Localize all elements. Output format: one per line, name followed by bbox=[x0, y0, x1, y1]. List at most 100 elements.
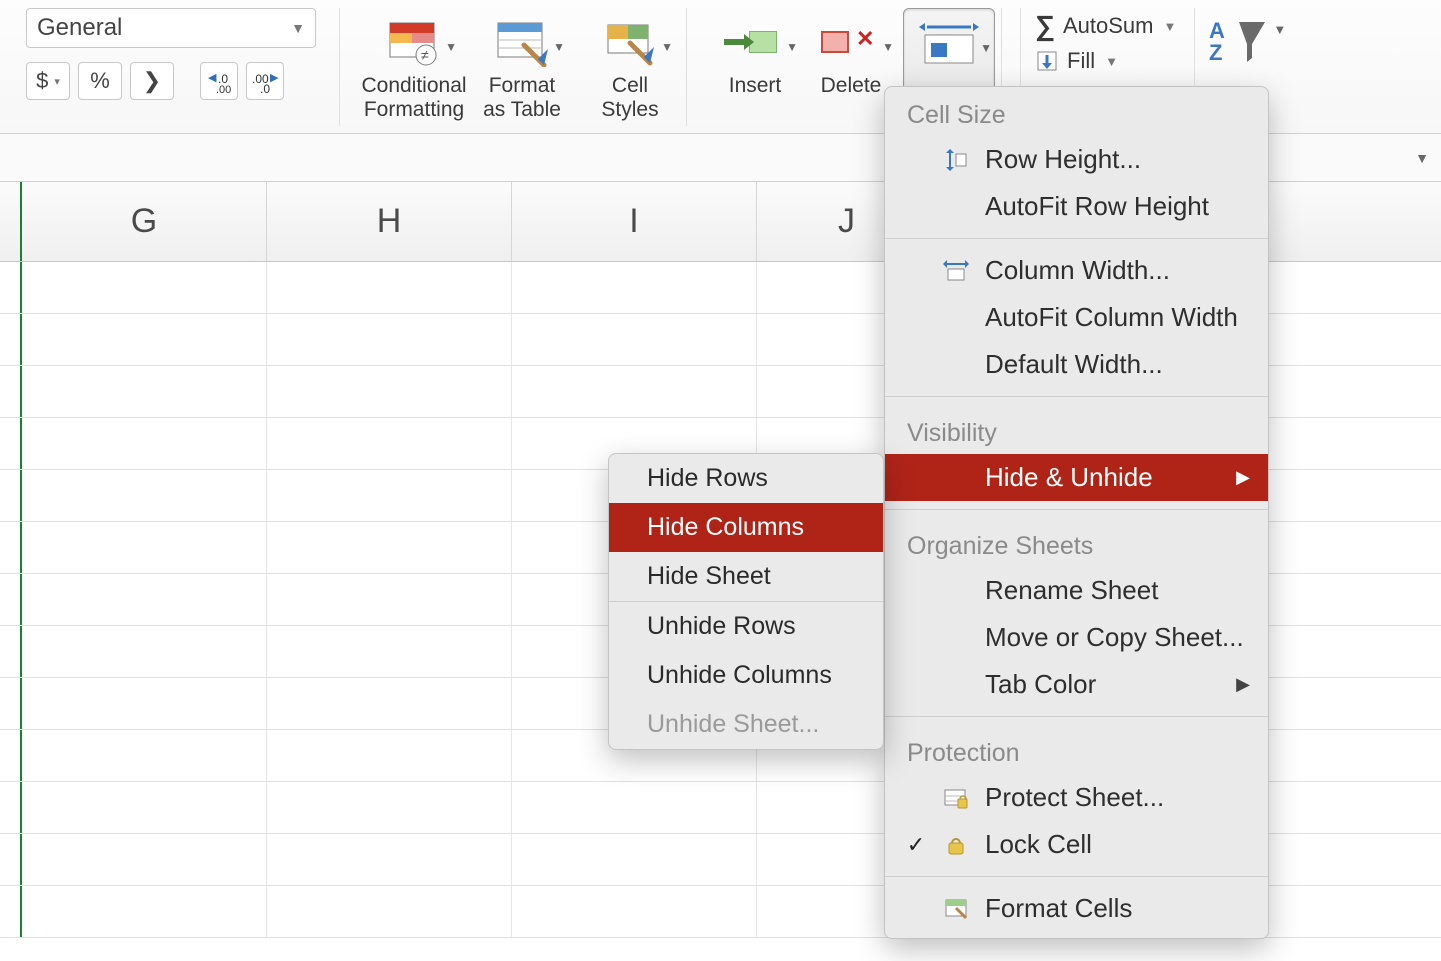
cell[interactable] bbox=[22, 366, 267, 417]
increase-decimal-button[interactable]: ◀ .0 .00 bbox=[200, 62, 238, 100]
chevron-down-icon: ▼ bbox=[291, 20, 305, 36]
cell[interactable] bbox=[512, 366, 757, 417]
menu-section-visibility: Visibility bbox=[885, 405, 1268, 454]
cell[interactable] bbox=[22, 314, 267, 365]
svg-text:▶: ▶ bbox=[270, 72, 279, 84]
cell[interactable] bbox=[22, 678, 267, 729]
menu-item-autofit-column[interactable]: AutoFit Column Width bbox=[885, 294, 1268, 341]
format-cells-icon bbox=[941, 896, 971, 922]
menu-item-label: Rename Sheet bbox=[985, 575, 1158, 606]
cell[interactable] bbox=[267, 782, 512, 833]
submenu-item-unhide-columns[interactable]: Unhide Columns bbox=[609, 651, 883, 700]
cell[interactable] bbox=[267, 314, 512, 365]
percent-format-button[interactable]: % bbox=[78, 62, 122, 100]
cell[interactable] bbox=[512, 782, 757, 833]
cell[interactable] bbox=[267, 418, 512, 469]
submenu-item-hide-sheet[interactable]: Hide Sheet bbox=[609, 552, 883, 601]
cell[interactable] bbox=[512, 886, 757, 937]
menu-item-tab-color[interactable]: Tab Color ▶ bbox=[885, 661, 1268, 708]
sigma-icon: ∑ bbox=[1035, 10, 1055, 42]
decrease-decimal-icon: .00 ▶ .0 bbox=[250, 69, 280, 93]
delete-cells-icon: ✕ bbox=[816, 22, 886, 62]
sort-filter-icon: A Z bbox=[1209, 16, 1269, 68]
menu-item-move-copy-sheet[interactable]: Move or Copy Sheet... bbox=[885, 614, 1268, 661]
format-as-table-button[interactable]: ▼ Format as Table bbox=[472, 8, 572, 126]
cell-styles-icon bbox=[602, 17, 658, 67]
insert-cells-button[interactable]: ▼ Insert bbox=[711, 8, 799, 126]
column-header[interactable]: I bbox=[512, 182, 757, 261]
menu-item-label: Row Height... bbox=[985, 144, 1141, 175]
submenu-item-unhide-rows[interactable]: Unhide Rows bbox=[609, 602, 883, 651]
cell[interactable] bbox=[267, 574, 512, 625]
menu-section-organize: Organize Sheets bbox=[885, 518, 1268, 567]
cell[interactable] bbox=[267, 366, 512, 417]
chevron-down-icon: ▼ bbox=[882, 40, 894, 54]
cell-styles-button[interactable]: ▼ Cell Styles bbox=[580, 8, 680, 126]
cell[interactable] bbox=[22, 730, 267, 781]
format-cells-icon bbox=[917, 19, 981, 67]
accounting-format-button[interactable]: $ bbox=[26, 62, 70, 100]
menu-item-lock-cell[interactable]: ✓ Lock Cell bbox=[885, 821, 1268, 868]
column-width-icon bbox=[941, 258, 971, 284]
increase-decimal-icon: ◀ .0 .00 bbox=[204, 69, 234, 93]
menu-item-autofit-row[interactable]: AutoFit Row Height bbox=[885, 183, 1268, 230]
svg-text:.0: .0 bbox=[260, 82, 270, 93]
cell[interactable] bbox=[267, 262, 512, 313]
number-format-group: General ▼ $ % ❯ ◀ .0 .00 bbox=[20, 8, 340, 126]
column-header[interactable]: H bbox=[267, 182, 512, 261]
cell[interactable] bbox=[22, 470, 267, 521]
menu-item-format-cells[interactable]: Format Cells bbox=[885, 885, 1268, 932]
fill-label: Fill bbox=[1067, 48, 1095, 74]
cell[interactable] bbox=[512, 262, 757, 313]
menu-item-row-height[interactable]: Row Height... bbox=[885, 136, 1268, 183]
number-format-dropdown[interactable]: General ▼ bbox=[26, 8, 316, 48]
cell[interactable] bbox=[22, 626, 267, 677]
fill-button[interactable]: Fill ▼ bbox=[1035, 48, 1176, 74]
menu-item-rename-sheet[interactable]: Rename Sheet bbox=[885, 567, 1268, 614]
menu-item-column-width[interactable]: Column Width... bbox=[885, 247, 1268, 294]
delete-cells-button[interactable]: ✕ ▼ Delete bbox=[807, 8, 895, 126]
cell[interactable] bbox=[267, 730, 512, 781]
cell[interactable] bbox=[22, 418, 267, 469]
decrease-decimal-button[interactable]: .00 ▶ .0 bbox=[246, 62, 284, 100]
cell[interactable] bbox=[22, 522, 267, 573]
fill-down-icon bbox=[1035, 49, 1059, 73]
menu-section-protection: Protection bbox=[885, 725, 1268, 774]
conditional-formatting-icon: ≠ bbox=[386, 17, 442, 67]
cell[interactable] bbox=[22, 262, 267, 313]
submenu-item-hide-rows[interactable]: Hide Rows bbox=[609, 454, 883, 503]
svg-text:.00: .00 bbox=[216, 84, 231, 93]
menu-divider bbox=[885, 716, 1268, 717]
cell[interactable] bbox=[22, 834, 267, 885]
chevron-down-icon: ▼ bbox=[661, 40, 673, 54]
cell[interactable] bbox=[512, 834, 757, 885]
menu-item-default-width[interactable]: Default Width... bbox=[885, 341, 1268, 388]
menu-item-label: Lock Cell bbox=[985, 829, 1092, 860]
menu-item-protect-sheet[interactable]: Protect Sheet... bbox=[885, 774, 1268, 821]
cell[interactable] bbox=[267, 834, 512, 885]
chevron-down-icon[interactable]: ▼ bbox=[1415, 150, 1429, 166]
conditional-formatting-button[interactable]: ≠ ▼ Conditional Formatting bbox=[364, 8, 464, 126]
lock-icon bbox=[941, 832, 971, 858]
format-menu: Cell Size Row Height... AutoFit Row Heig… bbox=[884, 86, 1269, 939]
cell[interactable] bbox=[22, 574, 267, 625]
cell[interactable] bbox=[267, 886, 512, 937]
chevron-down-icon: ▼ bbox=[1273, 22, 1286, 37]
menu-item-hide-unhide[interactable]: Hide & Unhide ▶ bbox=[885, 454, 1268, 501]
menu-section-cell-size: Cell Size bbox=[885, 87, 1268, 136]
column-header[interactable]: G bbox=[22, 182, 267, 261]
submenu-item-hide-columns[interactable]: Hide Columns bbox=[609, 503, 883, 552]
cell[interactable] bbox=[512, 314, 757, 365]
autosum-button[interactable]: ∑ AutoSum ▼ bbox=[1035, 10, 1176, 42]
comma-format-button[interactable]: ❯ bbox=[130, 62, 174, 100]
cell[interactable] bbox=[267, 470, 512, 521]
cell[interactable] bbox=[22, 782, 267, 833]
cell[interactable] bbox=[267, 678, 512, 729]
cell[interactable] bbox=[22, 886, 267, 937]
styles-group: ≠ ▼ Conditional Formatting ▼ Format as T… bbox=[358, 8, 687, 126]
protect-sheet-icon bbox=[941, 785, 971, 811]
cell[interactable] bbox=[267, 626, 512, 677]
cell[interactable] bbox=[267, 522, 512, 573]
comma-icon: ❯ bbox=[143, 68, 161, 94]
cell-styles-label: Cell Styles bbox=[601, 74, 658, 122]
